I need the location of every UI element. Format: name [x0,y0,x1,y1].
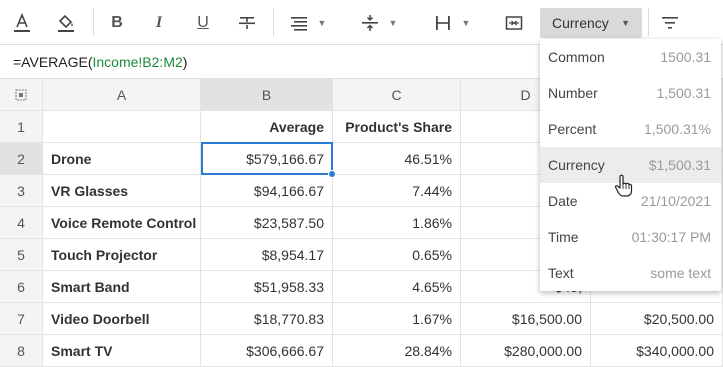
vertical-align-icon[interactable]: ▼ [355,7,403,39]
format-option-example: $1,500.31 [648,157,711,173]
cell[interactable]: 7.44% [333,175,461,207]
column-header-b[interactable]: B [201,79,333,111]
cell[interactable]: $280,000.00 [461,335,591,367]
cell[interactable]: Drone [43,143,201,175]
row-number[interactable]: 1 [0,111,43,143]
format-option-common[interactable]: Common 1500.31 [540,39,721,75]
row-number[interactable]: 7 [0,303,43,335]
filter-icon[interactable] [654,7,686,39]
format-option-time[interactable]: Time 01:30:17 PM [540,219,721,255]
cell[interactable]: $20,500.00 [591,303,723,335]
chevron-down-icon: ▼ [388,18,398,28]
formula-suffix: ) [182,54,188,70]
cell[interactable]: 0.65% [333,239,461,271]
format-option-percent[interactable]: Percent 1,500.31% [540,111,721,147]
cell[interactable]: $340,000.00 [591,335,723,367]
cell[interactable]: VR Glasses [43,175,201,207]
row-number[interactable]: 5 [0,239,43,271]
row-number[interactable]: 6 [0,271,43,303]
chevron-down-icon: ▼ [461,18,471,28]
strikethrough-icon[interactable] [231,7,263,39]
toolbar-divider [648,8,649,36]
table-row: 7 Video Doorbell $18,770.83 1.67% $16,50… [0,303,723,335]
cell[interactable]: $306,666.67 [201,335,333,367]
format-option-example: 1,500.31 [656,85,712,101]
cell[interactable] [43,111,201,143]
cell[interactable]: Voice Remote Control [43,207,201,239]
select-all-icon[interactable] [0,79,43,111]
hand-cursor-icon [614,174,634,203]
cell[interactable]: Video Doorbell [43,303,201,335]
format-option-example: 1500.31 [660,49,711,65]
horizontal-align-icon[interactable]: ▼ [284,7,332,39]
formula-prefix: =AVERAGE( [13,54,93,70]
row-number[interactable]: 2 [0,143,43,175]
italic-icon[interactable]: I [143,7,175,39]
format-option-example: some text [650,265,711,281]
chevron-down-icon: ▼ [621,18,630,28]
format-option-label: Common [548,49,605,65]
cell[interactable]: Average [201,111,333,143]
toolbar-divider [93,8,94,36]
formula-reference: Income!B2:M2 [92,54,183,70]
cell[interactable]: $51,958.33 [201,271,333,303]
cell[interactable]: Product's Share [333,111,461,143]
cell[interactable]: $18,770.83 [201,303,333,335]
cell[interactable]: 46.51% [333,143,461,175]
format-option-example: 21/10/2021 [640,193,711,209]
fill-color-icon[interactable] [50,7,82,39]
table-row: 8 Smart TV $306,666.67 28.84% $280,000.0… [0,335,723,367]
chevron-down-icon: ▼ [317,18,327,28]
format-option-text[interactable]: Text some text [540,255,721,291]
bold-icon[interactable]: B [101,7,133,39]
row-number[interactable]: 4 [0,207,43,239]
row-number[interactable]: 3 [0,175,43,207]
cell[interactable]: $579,166.67 [201,143,333,175]
cell[interactable]: Smart Band [43,271,201,303]
border-icon[interactable]: ▼ [428,7,476,39]
cell[interactable]: $94,166.67 [201,175,333,207]
column-header-a[interactable]: A [43,79,201,111]
merge-icon[interactable] [498,7,530,39]
format-option-example: 01:30:17 PM [631,229,711,245]
toolbar-divider [273,8,274,36]
cell[interactable]: 4.65% [333,271,461,303]
cell[interactable]: Smart TV [43,335,201,367]
cell[interactable]: 1.86% [333,207,461,239]
format-option-example: 1,500.31% [644,121,711,137]
format-option-label: Text [548,265,574,281]
row-number[interactable]: 8 [0,335,43,367]
number-format-menu: Common 1500.31 Number 1,500.31 Percent 1… [540,39,721,291]
cell[interactable]: Touch Projector [43,239,201,271]
format-option-label: Number [548,85,598,101]
cell[interactable]: $16,500.00 [461,303,591,335]
format-option-label: Time [548,229,579,245]
text-color-icon[interactable] [6,7,38,39]
format-option-label: Percent [548,121,597,137]
format-option-label: Date [548,193,578,209]
number-format-label: Currency [552,15,609,31]
cell[interactable]: 1.67% [333,303,461,335]
format-option-number[interactable]: Number 1,500.31 [540,75,721,111]
number-format-dropdown[interactable]: Currency ▼ [540,8,642,38]
fill-handle[interactable] [328,170,336,178]
cell[interactable]: 28.84% [333,335,461,367]
cell[interactable]: $23,587.50 [201,207,333,239]
format-option-label: Currency [548,157,605,173]
column-header-c[interactable]: C [333,79,461,111]
underline-icon[interactable]: U [187,7,219,39]
cell[interactable]: $8,954.17 [201,239,333,271]
